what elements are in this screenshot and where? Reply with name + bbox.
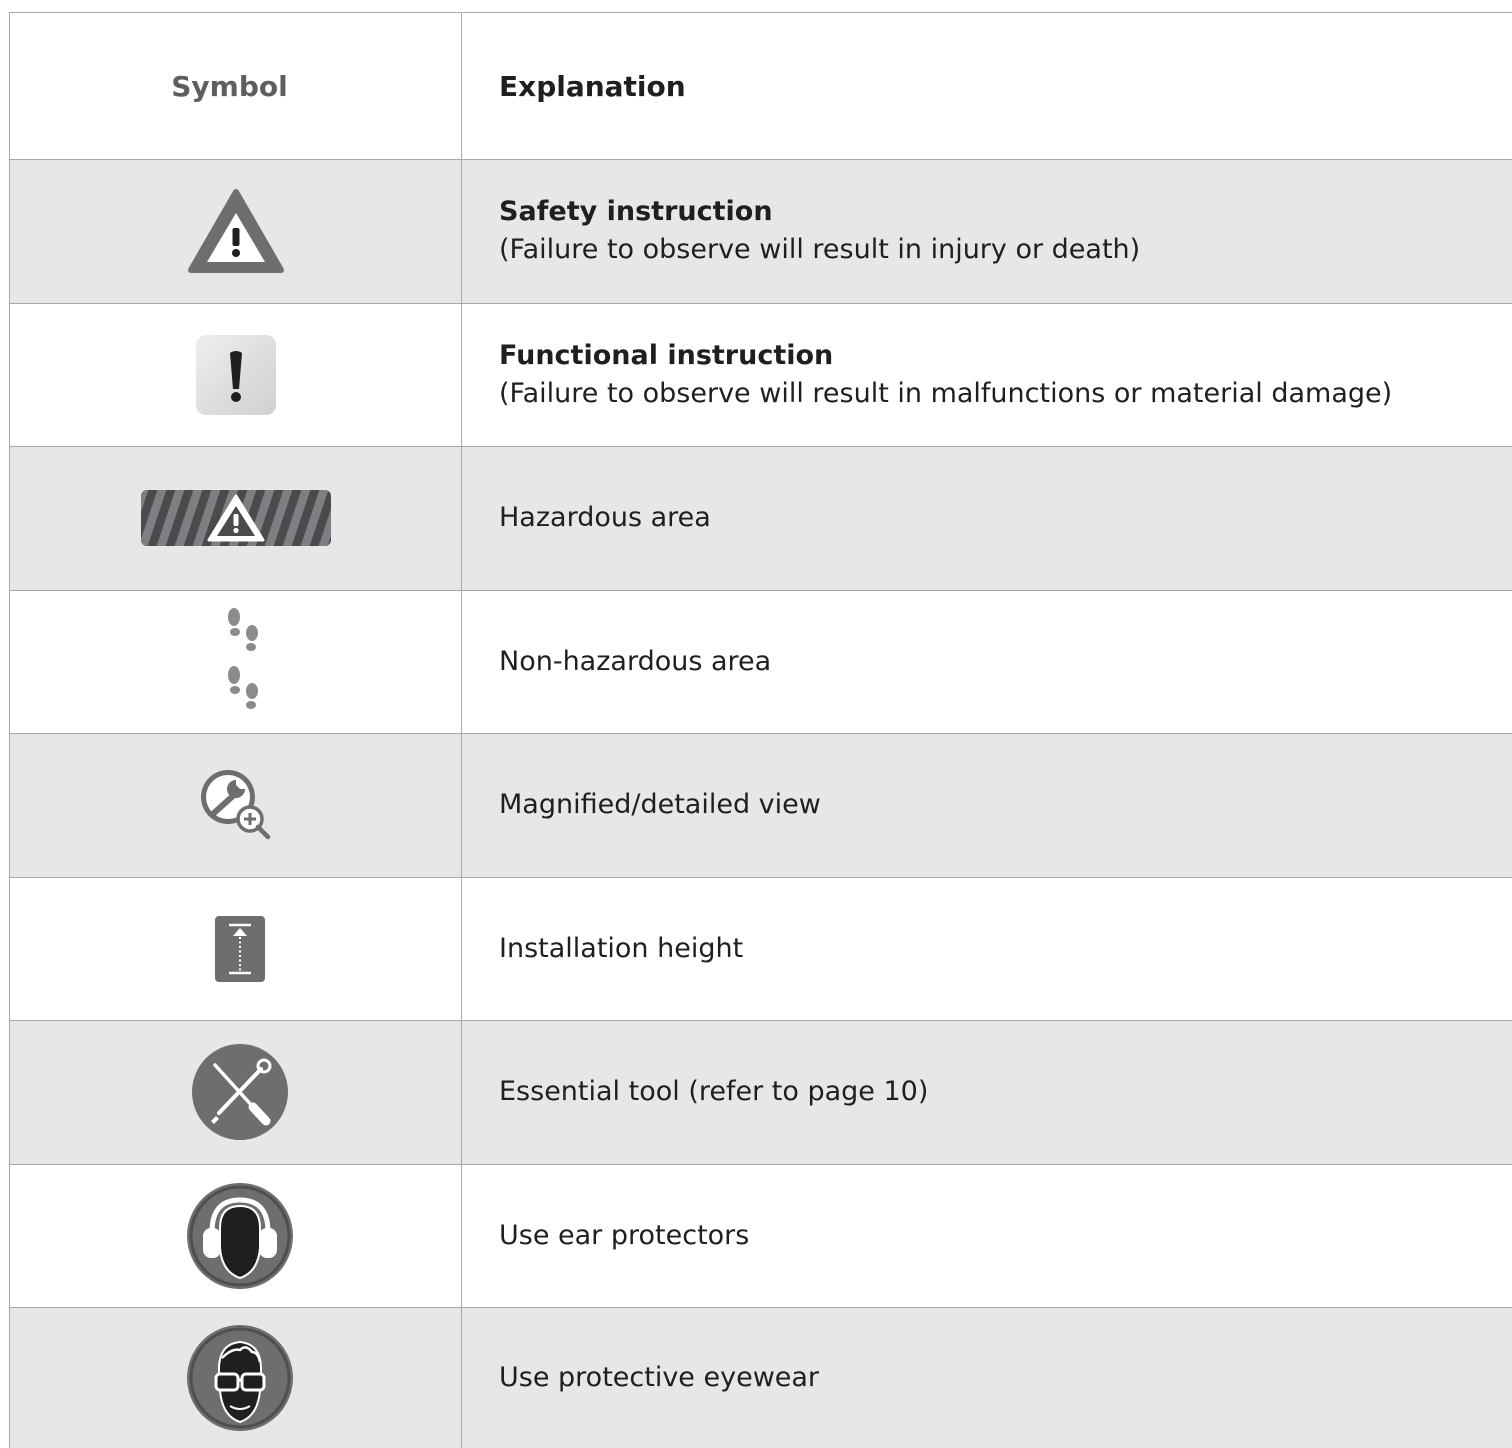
explanation-cell: Safety instruction (Failure to observe w… [462, 160, 1512, 303]
functional-exclamation-icon [195, 334, 276, 415]
table-row: Safety instruction (Failure to observe w… [9, 160, 1512, 304]
symbol-table: Symbol Explanation Safety instruction (F… [9, 12, 1512, 1448]
table-row: Functional instruction (Failure to obser… [9, 303, 1512, 447]
installation-height-icon [215, 915, 265, 982]
explanation-cell: Use ear protectors [462, 1165, 1512, 1308]
symbol-cell [9, 1308, 462, 1448]
symbol-header-label: Symbol [171, 69, 288, 103]
table-row: Use ear protectors [9, 1164, 1512, 1308]
row-text: Use protective eyewear [499, 1362, 820, 1393]
row-text: Hazardous area [499, 502, 711, 534]
row-text: Use ear protectors [499, 1219, 750, 1251]
row-text: Essential tool (refer to page 10) [499, 1076, 929, 1108]
row-text: (Failure to observe will result in injur… [499, 234, 1141, 266]
explanation-cell: Functional instruction (Failure to obser… [462, 304, 1512, 447]
symbol-cell [9, 877, 462, 1020]
row-text: Non-hazardous area [499, 645, 772, 677]
row-text: Installation height [499, 932, 744, 964]
symbol-cell [9, 734, 462, 877]
symbol-cell [9, 447, 462, 590]
protective-eyewear-icon [187, 1325, 293, 1431]
table-row: Essential tool (refer to page 10) [9, 1021, 1512, 1165]
explanation-header-label: Explanation [499, 69, 686, 103]
table-row: Hazardous area [9, 447, 1512, 591]
symbol-cell [9, 1164, 462, 1307]
footprints-icon [227, 607, 258, 709]
explanation-cell: Magnified/detailed view [462, 734, 1512, 877]
explanation-cell: Hazardous area [462, 447, 1512, 590]
symbol-cell [9, 590, 462, 733]
tools-crossed-icon [192, 1044, 288, 1141]
table-row: Installation height [9, 877, 1512, 1021]
table-header-row: Symbol Explanation [9, 12, 1512, 160]
symbol-column-header: Symbol [9, 13, 462, 159]
explanation-column-header: Explanation [462, 13, 1512, 159]
explanation-cell: Essential tool (refer to page 10) [462, 1021, 1512, 1164]
row-text: (Failure to observe will result in malfu… [499, 377, 1393, 409]
hazardous-area-stripes-icon [140, 490, 331, 547]
row-text: Magnified/detailed view [499, 789, 821, 821]
table-row: Non-hazardous area [9, 590, 1512, 734]
explanation-cell: Installation height [462, 878, 1512, 1021]
explanation-cell: Use protective eyewear [462, 1308, 1512, 1448]
safety-warning-triangle-icon [187, 189, 284, 274]
explanation-cell: Non-hazardous area [462, 591, 1512, 734]
row-title: Safety instruction [499, 196, 773, 228]
magnifier-wrench-icon [200, 770, 270, 840]
table-row: Magnified/detailed view [9, 734, 1512, 878]
symbol-cell [9, 303, 462, 446]
row-title: Functional instruction [499, 339, 834, 371]
table-row: Use protective eyewear [9, 1308, 1512, 1448]
symbol-cell [9, 1021, 462, 1164]
symbol-cell [9, 160, 462, 303]
ear-protectors-icon [187, 1182, 293, 1289]
